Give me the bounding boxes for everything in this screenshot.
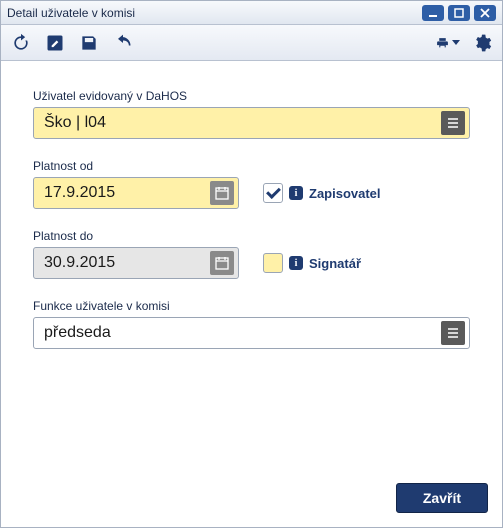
undo-button[interactable] <box>111 31 135 55</box>
list-icon <box>446 326 460 340</box>
info-icon: i <box>289 186 303 200</box>
gear-icon <box>472 33 492 53</box>
info-icon: i <box>289 256 303 270</box>
valid-to-block: Platnost do 30.9.2015 i Signatář <box>33 229 470 279</box>
valid-to-input[interactable]: 30.9.2015 <box>33 247 239 279</box>
valid-to-calendar-button[interactable] <box>210 251 234 275</box>
function-lookup-button[interactable] <box>441 321 465 345</box>
valid-from-calendar-button[interactable] <box>210 181 234 205</box>
toolbar-left <box>9 31 135 55</box>
user-value: Ško | l04 <box>44 114 441 132</box>
settings-button[interactable] <box>470 31 494 55</box>
edit-icon <box>45 33 65 53</box>
close-window-button[interactable] <box>474 5 496 21</box>
valid-from-input[interactable]: 17.9.2015 <box>33 177 239 209</box>
valid-from-block: Platnost od 17.9.2015 i Zapisovatel <box>33 159 470 209</box>
minimize-button[interactable] <box>422 5 444 21</box>
toolbar <box>1 25 502 61</box>
edit-button[interactable] <box>43 31 67 55</box>
save-icon <box>79 33 99 53</box>
calendar-icon <box>215 186 229 200</box>
function-input[interactable]: předseda <box>33 317 470 349</box>
user-lookup-button[interactable] <box>441 111 465 135</box>
form-content: Uživatel evidovaný v DaHOS Ško | l04 Pla… <box>1 61 502 473</box>
user-field-block: Uživatel evidovaný v DaHOS Ško | l04 <box>33 89 470 139</box>
minimize-icon <box>428 8 438 18</box>
close-button[interactable]: Zavřít <box>396 483 488 513</box>
print-button[interactable] <box>436 31 460 55</box>
window-buttons <box>422 5 496 21</box>
refresh-button[interactable] <box>9 31 33 55</box>
maximize-button[interactable] <box>448 5 470 21</box>
refresh-icon <box>11 33 31 53</box>
calendar-icon <box>215 256 229 270</box>
signatory-checkbox[interactable] <box>263 253 283 273</box>
window-title: Detail uživatele v komisi <box>7 6 422 20</box>
valid-to-value: 30.9.2015 <box>44 254 210 272</box>
valid-to-label: Platnost do <box>33 229 470 243</box>
signatory-label: Signatář <box>309 256 361 271</box>
save-button[interactable] <box>77 31 101 55</box>
valid-from-label: Platnost od <box>33 159 470 173</box>
function-label: Funkce uživatele v komisi <box>33 299 470 313</box>
user-label: Uživatel evidovaný v DaHOS <box>33 89 470 103</box>
recorder-checkbox[interactable] <box>263 183 283 203</box>
dialog-window: Detail uživatele v komisi <box>0 0 503 528</box>
signatory-check-wrap: i Signatář <box>263 253 361 273</box>
recorder-check-wrap: i Zapisovatel <box>263 183 381 203</box>
list-icon <box>446 116 460 130</box>
titlebar: Detail uživatele v komisi <box>1 1 502 25</box>
print-icon <box>436 33 449 53</box>
chevron-down-icon <box>452 40 460 45</box>
function-field-block: Funkce uživatele v komisi předseda <box>33 299 470 349</box>
maximize-icon <box>454 8 464 18</box>
user-input[interactable]: Ško | l04 <box>33 107 470 139</box>
valid-from-value: 17.9.2015 <box>44 184 210 202</box>
recorder-label: Zapisovatel <box>309 186 381 201</box>
undo-icon <box>113 33 133 53</box>
close-icon <box>480 8 490 18</box>
function-value: předseda <box>44 324 441 342</box>
dialog-footer: Zavřít <box>1 473 502 527</box>
toolbar-right <box>436 31 494 55</box>
